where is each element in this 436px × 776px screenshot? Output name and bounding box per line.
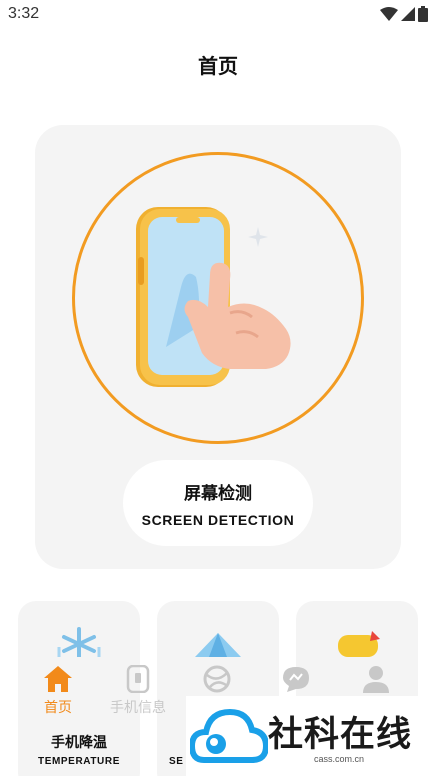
hero-subtitle: SCREEN DETECTION xyxy=(141,511,295,528)
nav-globe[interactable] xyxy=(177,665,257,697)
snowflake-icon xyxy=(57,627,101,657)
nav-chat[interactable] xyxy=(256,665,336,697)
hero-title: 屏幕检测 xyxy=(184,483,252,504)
chat-icon xyxy=(283,667,309,692)
nav-home[interactable]: 首页 xyxy=(18,665,98,717)
page-title: 首页 xyxy=(198,54,238,78)
feature-title: 手机降温 xyxy=(51,735,107,751)
home-icon xyxy=(44,666,72,692)
globe-icon xyxy=(203,665,231,693)
screen-detection-card[interactable]: 屏幕检测 SCREEN DETECTION xyxy=(35,125,401,569)
user-icon xyxy=(363,666,389,693)
watermark-url: cass.com.cn xyxy=(314,754,365,764)
yellow-object-icon xyxy=(338,631,380,657)
phone-info-icon xyxy=(126,665,150,693)
status-time: 3:32 xyxy=(8,5,40,22)
nav-label: 首页 xyxy=(44,700,72,716)
phone-touch-icon xyxy=(136,207,291,387)
watermark-text: 社科在线 xyxy=(268,715,413,755)
screen-detection-button[interactable]: 屏幕检测 SCREEN DETECTION xyxy=(123,460,313,546)
nav-label: 手机信息 xyxy=(110,700,166,716)
crystal-icon xyxy=(195,633,241,657)
signal-icon xyxy=(401,7,415,21)
nav-user[interactable] xyxy=(336,665,416,697)
status-bar: 3:32 xyxy=(0,0,436,30)
nav-phone-info[interactable]: 手机信息 xyxy=(98,665,178,717)
watermark-logo-icon xyxy=(190,708,268,763)
status-icons xyxy=(380,6,428,22)
feature-subtitle: TEMPERATURE xyxy=(38,756,120,767)
battery-icon xyxy=(418,6,428,22)
wifi-icon xyxy=(380,7,398,21)
watermark: 社科在线 cass.com.cn xyxy=(186,696,426,776)
